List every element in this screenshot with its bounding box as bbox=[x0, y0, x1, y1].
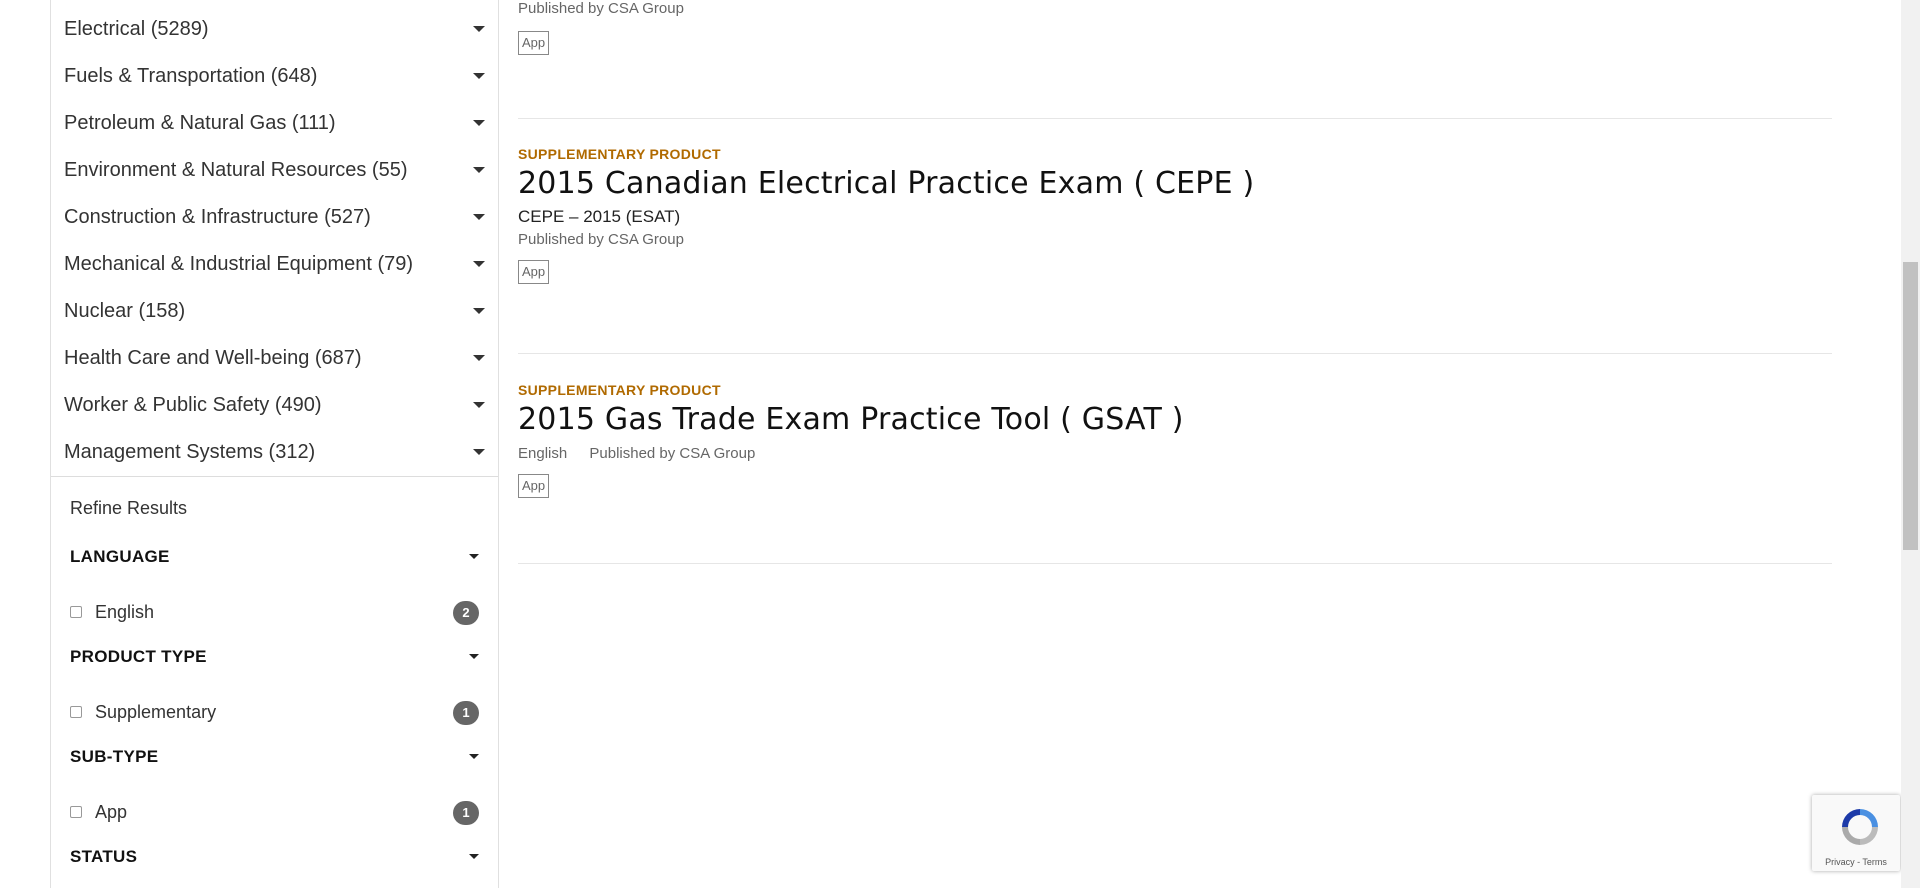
category-environment[interactable]: Environment & Natural Resources (55) bbox=[51, 147, 498, 194]
category-worker-safety[interactable]: Worker & Public Safety (490) bbox=[51, 382, 498, 429]
category-nuclear[interactable]: Nuclear (158) bbox=[51, 288, 498, 335]
category-label: Construction & Infrastructure (527) bbox=[64, 206, 371, 228]
category-list-wrapper: Electrical (5289) Fuels & Transportation… bbox=[51, 6, 498, 476]
category-construction[interactable]: Construction & Infrastructure (527) bbox=[51, 194, 498, 241]
recaptcha-icon bbox=[1842, 809, 1878, 845]
divider bbox=[518, 353, 1832, 354]
format-badge: App bbox=[518, 31, 550, 55]
facet-option-label: English bbox=[95, 602, 155, 622]
result-title-link[interactable]: 2015 Canadian Electrical Practice Exam (… bbox=[518, 166, 1832, 201]
product-type-tag: SUPPLEMENTARY PRODUCT bbox=[518, 146, 721, 162]
checkbox[interactable] bbox=[70, 806, 82, 818]
publisher-text: Published by CSA Group bbox=[518, 0, 684, 17]
facet-heading: PRODUCT TYPE bbox=[70, 647, 207, 666]
divider bbox=[518, 563, 1832, 564]
category-label: Management Systems (312) bbox=[64, 441, 316, 463]
scrollbar-thumb[interactable] bbox=[1903, 262, 1918, 550]
category-label: Petroleum & Natural Gas (111) bbox=[64, 112, 336, 134]
facet-heading: LANGUAGE bbox=[70, 547, 170, 566]
refine-results-title: Refine Results bbox=[70, 498, 188, 518]
recaptcha-links[interactable]: Privacy - Terms bbox=[1812, 857, 1900, 867]
facet-product-type-header[interactable]: PRODUCT TYPE bbox=[70, 647, 479, 667]
publisher-text: Published by CSA Group bbox=[589, 445, 756, 462]
count-badge: 1 bbox=[453, 701, 479, 725]
category-petroleum-natural-gas[interactable]: Petroleum & Natural Gas (111) bbox=[51, 100, 498, 147]
caret-down-icon[interactable] bbox=[473, 167, 485, 173]
caret-down-icon[interactable] bbox=[473, 402, 485, 408]
category-mechanical[interactable]: Mechanical & Industrial Equipment (79) bbox=[51, 241, 498, 288]
caret-down-icon[interactable] bbox=[469, 554, 479, 559]
category-label: Fuels & Transportation (648) bbox=[64, 65, 318, 87]
refine-results-panel: Refine Results LANGUAGE English 2 PRODUC… bbox=[51, 476, 498, 866]
category-label: Nuclear (158) bbox=[64, 300, 186, 322]
caret-down-icon[interactable] bbox=[473, 73, 485, 79]
filter-sidebar: Electrical (5289) Fuels & Transportation… bbox=[50, 0, 499, 888]
format-badge: App bbox=[518, 260, 550, 284]
result-item-cepe: SUPPLEMENTARY PRODUCT 2015 Canadian Elec… bbox=[518, 146, 1832, 284]
category-health-care[interactable]: Health Care and Well-being (687) bbox=[51, 335, 498, 382]
category-label: Health Care and Well-being (687) bbox=[64, 347, 362, 369]
count-badge: 1 bbox=[453, 801, 479, 825]
divider bbox=[518, 118, 1832, 119]
checkbox[interactable] bbox=[70, 706, 82, 718]
result-meta: English Published by CSA Group bbox=[518, 445, 1832, 462]
caret-down-icon[interactable] bbox=[473, 26, 485, 32]
facet-option-label: App bbox=[95, 802, 128, 822]
count-badge: 2 bbox=[453, 601, 479, 625]
facet-heading: STATUS bbox=[70, 847, 138, 866]
facet-option-english[interactable]: English 2 bbox=[70, 601, 479, 625]
category-label: Mechanical & Industrial Equipment (79) bbox=[64, 253, 414, 275]
caret-down-icon[interactable] bbox=[473, 449, 485, 455]
facet-heading: SUB-TYPE bbox=[70, 747, 159, 766]
category-label: Electrical (5289) bbox=[64, 18, 209, 40]
language-text: English bbox=[518, 445, 568, 462]
caret-down-icon[interactable] bbox=[473, 120, 485, 126]
checkbox[interactable] bbox=[70, 606, 82, 618]
result-item-gsat: SUPPLEMENTARY PRODUCT 2015 Gas Trade Exa… bbox=[518, 382, 1832, 498]
facet-language-header[interactable]: LANGUAGE bbox=[70, 547, 479, 567]
result-title-link[interactable]: 2015 Gas Trade Exam Practice Tool ( GSAT… bbox=[518, 402, 1832, 437]
category-fuels-transportation[interactable]: Fuels & Transportation (648) bbox=[51, 53, 498, 100]
caret-down-icon[interactable] bbox=[473, 261, 485, 267]
caret-down-icon[interactable] bbox=[469, 854, 479, 859]
product-type-tag: SUPPLEMENTARY PRODUCT bbox=[518, 382, 721, 398]
category-list: Electrical (5289) Fuels & Transportation… bbox=[51, 6, 498, 476]
caret-down-icon[interactable] bbox=[469, 654, 479, 659]
category-electrical[interactable]: Electrical (5289) bbox=[51, 6, 498, 53]
facet-option-app[interactable]: App 1 bbox=[70, 801, 479, 825]
facet-option-supplementary[interactable]: Supplementary 1 bbox=[70, 701, 479, 725]
category-label: Worker & Public Safety (490) bbox=[64, 394, 322, 416]
caret-down-icon[interactable] bbox=[473, 214, 485, 220]
caret-down-icon[interactable] bbox=[473, 308, 485, 314]
result-meta: Published by CSA Group bbox=[518, 0, 1832, 17]
result-meta: Published by CSA Group bbox=[518, 231, 1832, 248]
facet-option-label: Supplementary bbox=[95, 702, 217, 722]
format-badge: App bbox=[518, 474, 550, 498]
publisher-text: Published by CSA Group bbox=[518, 231, 684, 248]
search-results: Published by CSA Group App SUPPLEMENTARY… bbox=[518, 0, 1832, 888]
result-subtitle: CEPE – 2015 (ESAT) bbox=[518, 207, 681, 226]
page-scrollbar[interactable] bbox=[1901, 0, 1920, 888]
caret-down-icon[interactable] bbox=[473, 355, 485, 361]
category-label: Environment & Natural Resources (55) bbox=[64, 159, 408, 181]
category-management-systems[interactable]: Management Systems (312) bbox=[51, 429, 498, 476]
result-item-partial: Published by CSA Group App bbox=[518, 0, 1832, 55]
recaptcha-badge[interactable]: Privacy - Terms bbox=[1812, 795, 1900, 871]
facet-status-header[interactable]: STATUS bbox=[70, 847, 479, 867]
facet-sub-type-header[interactable]: SUB-TYPE bbox=[70, 747, 479, 767]
caret-down-icon[interactable] bbox=[469, 754, 479, 759]
